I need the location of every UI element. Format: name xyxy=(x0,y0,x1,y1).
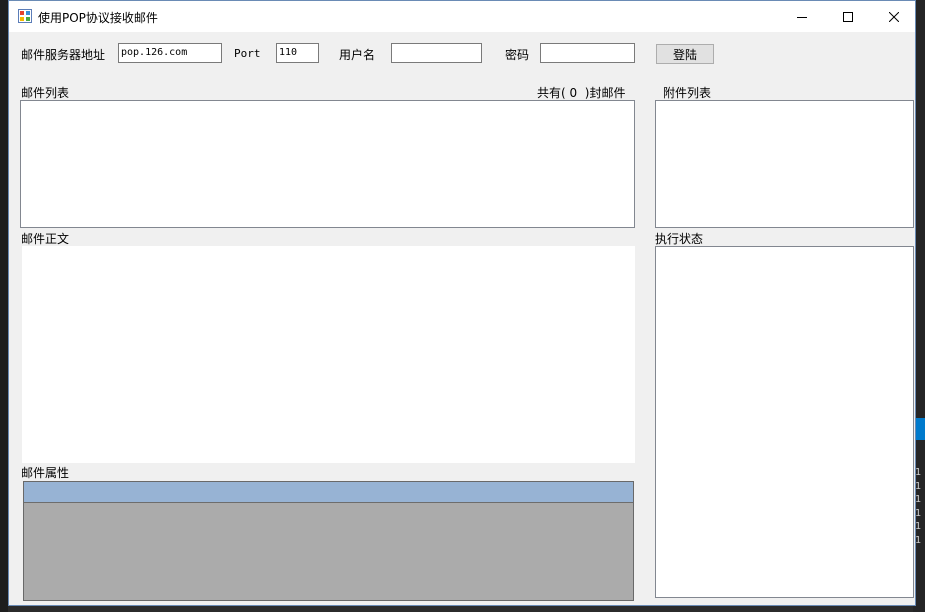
password-input[interactable] xyxy=(540,43,635,63)
minimize-button[interactable] xyxy=(779,1,825,32)
properties-label: 邮件属性 xyxy=(21,466,70,480)
mail-list-label: 邮件列表 xyxy=(21,86,70,100)
port-label: Port xyxy=(234,47,261,60)
status-label: 执行状态 xyxy=(655,232,704,246)
attachments-list-box[interactable] xyxy=(655,100,914,228)
close-icon xyxy=(889,11,899,22)
mail-body-label: 邮件正文 xyxy=(21,232,70,246)
app-icon xyxy=(18,9,32,23)
window-title: 使用POP协议接收邮件 xyxy=(38,11,158,25)
username-label: 用户名 xyxy=(339,48,376,62)
properties-grid-header[interactable] xyxy=(24,482,633,503)
close-button[interactable] xyxy=(871,1,917,32)
mail-count-text: 共有( 0 )封邮件 xyxy=(537,86,626,100)
mail-list-box[interactable] xyxy=(20,100,635,228)
title-bar[interactable]: 使用POP协议接收邮件 xyxy=(9,1,915,32)
username-input[interactable] xyxy=(391,43,482,63)
attachments-label: 附件列表 xyxy=(663,86,712,100)
maximize-icon xyxy=(843,11,853,22)
status-textarea[interactable] xyxy=(655,246,914,598)
background-ide-left xyxy=(0,0,8,612)
app-window: 使用POP协议接收邮件 邮件服务器地址 pop.126.com Port 110… xyxy=(8,0,916,606)
maximize-button[interactable] xyxy=(825,1,871,32)
server-input[interactable]: pop.126.com xyxy=(118,43,222,63)
password-label: 密码 xyxy=(505,48,530,62)
login-button[interactable]: 登陆 xyxy=(656,44,714,64)
port-input[interactable]: 110 xyxy=(276,43,319,63)
server-label: 邮件服务器地址 xyxy=(21,48,106,62)
properties-grid[interactable] xyxy=(23,481,634,601)
mail-body-textarea[interactable] xyxy=(22,246,635,463)
mail-count-value: 0 xyxy=(569,86,578,100)
minimize-icon xyxy=(797,16,807,18)
